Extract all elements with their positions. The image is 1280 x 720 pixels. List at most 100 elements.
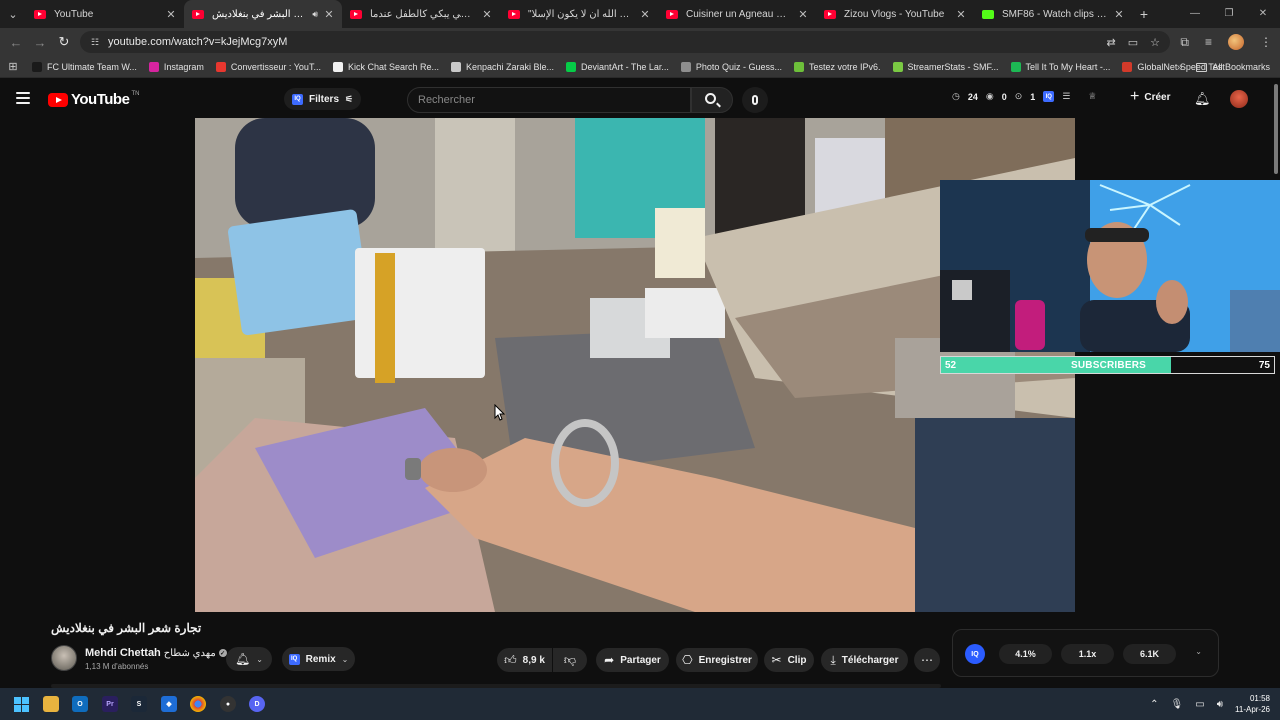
tab-close-icon[interactable]: ✕ xyxy=(480,8,494,21)
remix-button[interactable]: IQ Remix ⌄ xyxy=(282,647,355,671)
search-input[interactable]: Rechercher xyxy=(407,87,691,113)
tab-search-button[interactable]: ⌄ xyxy=(0,1,26,27)
gem-icon[interactable]: ♕ xyxy=(1088,91,1096,102)
voice-search-button[interactable] xyxy=(742,87,768,113)
more-actions-button[interactable]: ⋯ xyxy=(914,648,940,672)
bookmark-item[interactable]: StreamerStats - SMF... xyxy=(887,61,1005,72)
account-avatar[interactable] xyxy=(1230,90,1248,108)
discord-icon[interactable]: D xyxy=(249,696,265,712)
file-explorer-icon[interactable] xyxy=(43,696,59,712)
site-info-icon[interactable]: ☷ xyxy=(88,35,102,49)
ext-count-b: 0 xyxy=(1001,91,1007,102)
channel-avatar[interactable] xyxy=(51,645,77,671)
browser-tab[interactable]: تجارة شعر البشر في بنغلاديش 🔊︎ ✕ xyxy=(184,0,342,28)
premiere-pro-icon[interactable]: Pr xyxy=(102,696,118,712)
bookmark-item[interactable]: FC Ultimate Team W... xyxy=(26,61,143,72)
more-bookmarks-icon[interactable]: » xyxy=(1177,62,1183,73)
save-button[interactable]: ⎔ Enregistrer xyxy=(676,648,758,672)
new-tab-button[interactable]: + xyxy=(1132,6,1156,22)
chrome-icon[interactable] xyxy=(190,696,206,712)
tab-audio-icon[interactable]: 🔊︎ xyxy=(312,9,318,20)
bookmark-item[interactable]: Kenpachi Zaraki Ble... xyxy=(445,61,560,72)
start-button[interactable] xyxy=(13,696,29,712)
iq-logo-icon[interactable]: IQ xyxy=(965,644,985,664)
tab-close-icon[interactable]: ✕ xyxy=(164,8,178,21)
clock[interactable]: 01:58 11-Apr-26 xyxy=(1235,693,1270,715)
search-button[interactable] xyxy=(691,87,733,113)
address-bar[interactable]: ☷ youtube.com/watch?v=kJejMcg7xyM ⇄ ▭ ☆ xyxy=(80,31,1170,53)
download-button[interactable]: ⤓ Télécharger xyxy=(821,648,908,672)
webcam-frame xyxy=(940,180,1280,352)
youtube-masthead: YouTube TN IQ Filters ⚟ Rechercher ◷ 24 … xyxy=(0,79,1280,119)
clip-button[interactable]: ✂ Clip xyxy=(764,648,814,672)
tab-close-icon[interactable]: ✕ xyxy=(638,8,652,21)
browser-tab[interactable]: SMF86 - Watch clips on Kick ✕ xyxy=(974,0,1132,28)
page-scrollbar[interactable] xyxy=(1274,84,1278,174)
bookmark-label: DeviantArt - The Lar... xyxy=(581,61,669,72)
queue-icon[interactable]: ☰ xyxy=(1062,91,1070,102)
save-label: Enregistrer xyxy=(698,654,752,666)
close-window-button[interactable]: ✕ xyxy=(1246,0,1280,28)
ext-stat-views: 6.1K xyxy=(1123,644,1176,664)
tray-chevron-icon[interactable]: ⌃ xyxy=(1150,699,1158,710)
browser-tab[interactable]: YouTube ✕ xyxy=(26,0,184,28)
ext-count-c: 1 xyxy=(1030,91,1036,102)
app-blue-icon[interactable]: ◆ xyxy=(161,696,177,712)
like-button[interactable]: 👍︎ 8,9 k xyxy=(497,648,552,672)
notifications-bell-icon[interactable]: 🔔︎ xyxy=(1194,91,1211,107)
bookmark-item[interactable]: Photo Quiz - Guess... xyxy=(675,61,788,72)
bookmark-item[interactable]: Tell It To My Heart -... xyxy=(1005,61,1117,72)
windows-taskbar: O Pr S ◆ ● D ⌃ 🎙︎ ▭ 🔊︎ 01:58 11-Apr-26 xyxy=(0,688,1280,720)
cast-icon[interactable]: ▭ xyxy=(1128,36,1138,49)
tab-strip: ⌄ YouTube ✕ تجارة شعر البشر في بنغلاديش 🔊︎ ✕… xyxy=(0,0,1280,28)
bookmark-item[interactable]: Kick Chat Search Re... xyxy=(327,61,445,72)
all-bookmarks-label: All Bookmarks xyxy=(1212,62,1270,72)
subscribed-bell-button[interactable]: 🔔︎ ⌄ xyxy=(226,647,272,671)
forward-button[interactable]: → xyxy=(28,35,52,50)
extensions-icon[interactable]: ⧉ xyxy=(1180,35,1189,50)
minimize-button[interactable]: — xyxy=(1178,0,1212,28)
tab-close-icon[interactable]: ✕ xyxy=(954,8,968,21)
channel-name[interactable]: Mehdi Chettah مهدي شطاح ✓ xyxy=(85,647,227,659)
browser-tab[interactable]: رجل أمريكي يبكي كالطفل عندما ✕ xyxy=(342,0,500,28)
outlook-icon[interactable]: O xyxy=(72,696,88,712)
tab-close-icon[interactable]: ✕ xyxy=(322,8,336,21)
media-control-icon[interactable]: ≡ xyxy=(1205,35,1212,49)
bookmark-item[interactable]: Instagram xyxy=(143,61,210,72)
volume-icon[interactable]: 🔊︎ xyxy=(1217,699,1223,710)
apps-grid-icon[interactable]: ⊞ xyxy=(0,60,26,73)
restore-button[interactable]: ❐ xyxy=(1212,0,1246,28)
browser-tab[interactable]: "توسلت إلى الله أن لا يكون الإسلا ✕ xyxy=(500,0,658,28)
bookmark-item[interactable]: Testez votre IPv6. xyxy=(788,61,887,72)
share-button[interactable]: ➦ Partager xyxy=(596,648,669,672)
filters-button[interactable]: IQ Filters ⚟ xyxy=(284,88,362,110)
bookmark-list: FC Ultimate Team W... Instagram Convertiss… xyxy=(26,61,1231,72)
bookmark-item[interactable]: DeviantArt - The Lar... xyxy=(560,61,675,72)
panel-chevron-icon[interactable]: ⌄ xyxy=(1195,647,1202,656)
obs-icon[interactable]: ● xyxy=(220,696,236,712)
bookmark-item[interactable]: Convertisseur : YouT... xyxy=(210,61,327,72)
profile-avatar[interactable] xyxy=(1228,34,1244,50)
guide-menu-icon[interactable] xyxy=(16,92,30,104)
browser-menu-icon[interactable]: ⋮ xyxy=(1260,35,1272,49)
all-bookmarks-button[interactable]: All Bookmarks xyxy=(1196,62,1270,72)
translate-icon[interactable]: ⇄ xyxy=(1107,36,1116,49)
tab-close-icon[interactable]: ✕ xyxy=(796,8,810,21)
create-button[interactable]: + Créer xyxy=(1130,89,1170,105)
reload-button[interactable]: ↻ xyxy=(52,34,76,50)
back-button[interactable]: ← xyxy=(4,35,28,50)
search-icon xyxy=(705,93,716,104)
browser-toolbar: ← → ↻ ☷ youtube.com/watch?v=kJejMcg7xyM … xyxy=(0,28,1280,56)
browser-tab[interactable]: Cuisiner un Agneau Entier sous ✕ xyxy=(658,0,816,28)
bookmark-star-icon[interactable]: ☆ xyxy=(1150,36,1160,49)
steam-icon[interactable]: S xyxy=(131,696,147,712)
network-icon[interactable]: ▭ xyxy=(1195,699,1204,710)
dislike-button[interactable]: 👎︎ xyxy=(553,648,587,672)
tab-close-icon[interactable]: ✕ xyxy=(1112,8,1126,21)
iq-toolbar-icon[interactable]: IQ xyxy=(1043,91,1055,102)
extension-stats[interactable]: ◷ 24 ◉ 0 ⊙ 1 IQ ☰ ♕ xyxy=(952,91,1096,102)
browser-tab[interactable]: Zizou Vlogs - YouTube ✕ xyxy=(816,0,974,28)
like-count: 8,9 k xyxy=(522,654,545,666)
tray-mic-icon[interactable]: 🎙︎ xyxy=(1171,699,1184,710)
youtube-logo[interactable]: YouTube TN xyxy=(48,91,139,108)
